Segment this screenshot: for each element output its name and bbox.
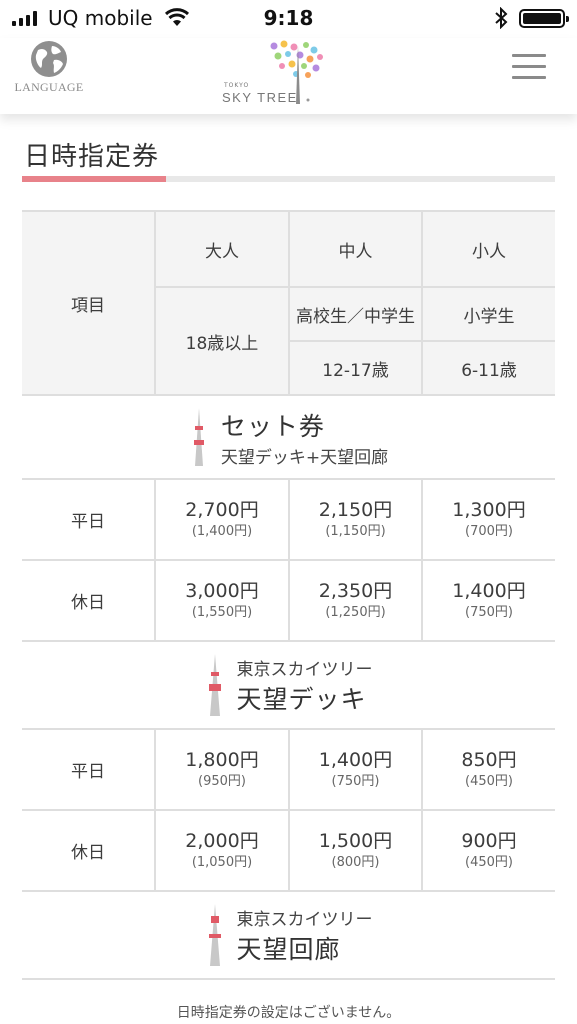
title-underline (22, 176, 555, 182)
child-age-cell: 6-11歳 (421, 340, 555, 396)
footnote: 日時指定券の設定はございません。 (176, 1005, 401, 1021)
status-bar: UQ mobile 9:18 (0, 0, 577, 38)
middle-grade-cell: 高校生／中学生 (288, 286, 423, 342)
section-title: 天望デッキ (236, 684, 367, 714)
status-time: 9:18 (263, 6, 314, 30)
section-tembo-galleria: 東京スカイツリー 天望回廊 (22, 890, 555, 980)
section-tembo-deck: 東京スカイツリー 天望デッキ (22, 640, 555, 730)
logo-skytree-text: SKY TREE (222, 90, 298, 105)
price-cell: 850円 (450円) (421, 728, 555, 811)
section-subtitle: 天望デッキ+天望回廊 (220, 447, 389, 468)
price-table: 項目 大人 中人 小人 18歳以上 高校生／中学生 小学生 12-17歳 6-1… (22, 210, 555, 980)
row-label: 平日 (22, 478, 156, 561)
middle-age-cell: 12-17歳 (288, 340, 423, 396)
skytree-tower-icon (208, 904, 221, 966)
page-title: 日時指定券 (24, 142, 160, 172)
price-cell: 900円 (450円) (421, 809, 555, 892)
table-row: 平日 1,800円 (950円) 1,400円 (750円) 850円 (450円) (22, 728, 555, 811)
tokyo-skytree-logo[interactable]: TOKYO SKY TREE (222, 38, 342, 110)
language-button[interactable]: LANGUAGE (12, 38, 86, 95)
price-cell: 2,350円 (1,250円) (288, 559, 423, 642)
section-title: セット券 (220, 411, 325, 441)
price-cell: 1,400円 (750円) (288, 728, 423, 811)
bluetooth-icon (495, 7, 508, 29)
price-cell: 1,800円 (950円) (154, 728, 290, 811)
site-header: LANGUAGE TOKYO SKY TREE (0, 38, 577, 114)
adult-header: 大人 (154, 210, 290, 288)
price-cell: 2,000円 (1,050円) (154, 809, 290, 892)
table-row: 休日 3,000円 (1,550円) 2,350円 (1,250円) 1,400円(… (22, 559, 555, 642)
child-header: 小人 (421, 210, 555, 288)
section-overline: 東京スカイツリー (236, 909, 373, 930)
row-label: 休日 (22, 559, 156, 642)
item-header: 項目 (22, 210, 156, 396)
price-cell: 2,150円 (1,150円) (288, 478, 423, 561)
price-cell: 2,700円 (1,400円) (154, 478, 290, 561)
battery-icon (519, 9, 569, 28)
adult-age-cell: 18歳以上 (154, 286, 290, 396)
section-overline: 東京スカイツリー (236, 659, 373, 680)
section-set-ticket: セット券 天望デッキ+天望回廊 (22, 394, 555, 480)
skytree-tower-icon (208, 654, 221, 716)
hamburger-menu-icon[interactable] (512, 54, 546, 82)
skytree-tower-icon (193, 408, 204, 466)
table-row: 休日 2,000円 (1,050円) 1,500円 (800円) 900円 (450円… (22, 809, 555, 892)
child-grade-cell: 小学生 (421, 286, 555, 342)
section-title: 天望回廊 (236, 934, 341, 964)
table-row: 平日 2,700円 (1,400円) 2,150円 (1,150円) 1,300円(… (22, 478, 555, 561)
globe-icon (31, 41, 67, 77)
logo-tokyo-text: TOKYO (224, 82, 250, 89)
price-cell: 3,000円 (1,550円) (154, 559, 290, 642)
language-label: LANGUAGE (14, 80, 84, 94)
price-cell: 1,300円 (700円) (421, 478, 555, 561)
row-label: 休日 (22, 809, 156, 892)
middle-header: 中人 (288, 210, 423, 288)
row-label: 平日 (22, 728, 156, 811)
price-cell: 1,400円 (750円) (421, 559, 555, 642)
price-cell: 1,500円 (800円) (288, 809, 423, 892)
